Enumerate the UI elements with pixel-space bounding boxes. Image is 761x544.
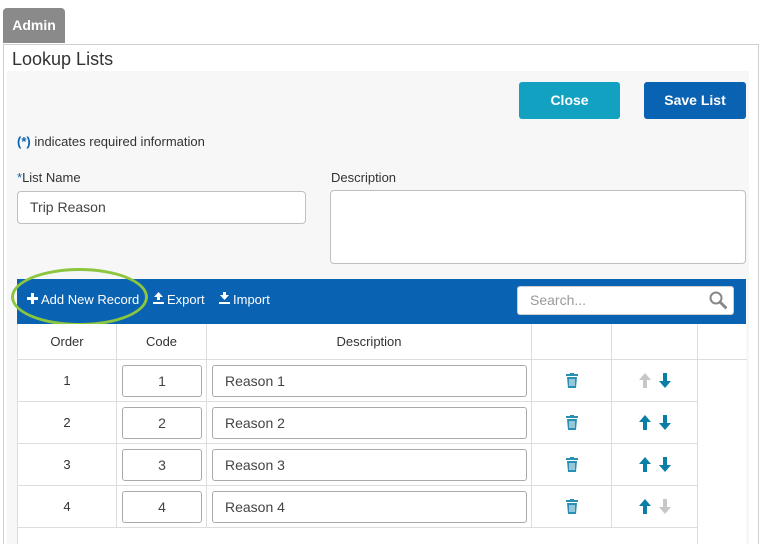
order-cell: 1 xyxy=(18,360,117,402)
code-input[interactable]: 1 xyxy=(122,365,202,397)
required-marker: (*) xyxy=(17,134,31,149)
description-input[interactable]: Reason 3 xyxy=(212,449,527,481)
table-row: 1 1 Reason 1 xyxy=(18,360,698,402)
code-cell: 4 xyxy=(117,486,207,528)
export-label: Export xyxy=(167,292,205,307)
column-header-order[interactable]: Order xyxy=(18,324,117,360)
trash-icon[interactable] xyxy=(566,373,578,388)
add-record-highlight xyxy=(11,268,148,326)
description-label: Description xyxy=(331,170,397,185)
list-name-input[interactable]: Trip Reason xyxy=(17,191,306,224)
column-header-description[interactable]: Description xyxy=(207,324,532,360)
search-input[interactable]: Search... xyxy=(517,286,734,315)
description-input[interactable]: Reason 2 xyxy=(212,407,527,439)
delete-cell xyxy=(532,402,612,444)
arrow-down-icon[interactable] xyxy=(659,457,671,472)
trash-icon[interactable] xyxy=(566,457,578,472)
export-button[interactable]: Export xyxy=(153,292,205,307)
move-cell xyxy=(612,444,698,486)
arrow-up-icon[interactable] xyxy=(639,457,651,472)
code-input[interactable]: 4 xyxy=(122,491,202,523)
admin-tab[interactable]: Admin xyxy=(3,8,65,43)
delete-cell xyxy=(532,360,612,402)
import-label: Import xyxy=(233,292,270,307)
description-input[interactable]: Reason 1 xyxy=(212,365,527,397)
arrow-up-icon[interactable] xyxy=(639,499,651,514)
arrow-down-icon[interactable] xyxy=(659,373,671,388)
save-list-button[interactable]: Save List xyxy=(644,82,746,119)
search-placeholder: Search... xyxy=(530,292,587,308)
trash-icon[interactable] xyxy=(566,415,578,430)
arrow-down-icon[interactable] xyxy=(659,415,671,430)
page-title: Lookup Lists xyxy=(12,49,114,69)
column-header-move xyxy=(612,324,698,360)
order-cell: 2 xyxy=(18,402,117,444)
upload-icon xyxy=(153,292,164,307)
column-header-code[interactable]: Code xyxy=(117,324,207,360)
import-button[interactable]: Import xyxy=(219,292,270,307)
description-input[interactable]: Reason 4 xyxy=(212,491,527,523)
code-cell: 1 xyxy=(117,360,207,402)
description-cell: Reason 4 xyxy=(207,486,532,528)
delete-cell xyxy=(532,444,612,486)
download-icon xyxy=(219,292,230,307)
column-header-delete xyxy=(532,324,612,360)
delete-cell xyxy=(532,486,612,528)
arrow-up-icon[interactable] xyxy=(639,415,651,430)
order-cell: 4 xyxy=(18,486,117,528)
code-input[interactable]: 2 xyxy=(122,407,202,439)
description-textarea[interactable] xyxy=(330,190,746,264)
trash-icon[interactable] xyxy=(566,499,578,514)
arrow-down-icon xyxy=(659,499,671,514)
order-cell: 3 xyxy=(18,444,117,486)
column-header-spacer xyxy=(698,324,747,360)
table-row: 3 3 Reason 3 xyxy=(18,444,698,486)
required-info-note: (*) indicates required information xyxy=(17,134,205,149)
list-name-label-text: List Name xyxy=(22,170,81,185)
description-cell: Reason 3 xyxy=(207,444,532,486)
code-cell: 3 xyxy=(117,444,207,486)
move-cell xyxy=(612,486,698,528)
list-name-label: *List Name xyxy=(17,170,81,185)
description-cell: Reason 2 xyxy=(207,402,532,444)
description-cell: Reason 1 xyxy=(207,360,532,402)
search-icon[interactable] xyxy=(709,291,727,309)
close-button[interactable]: Close xyxy=(519,82,620,119)
required-note-text: indicates required information xyxy=(30,134,205,149)
arrow-up-icon xyxy=(639,373,651,388)
code-input[interactable]: 3 xyxy=(122,449,202,481)
table-filler xyxy=(18,528,698,544)
move-cell xyxy=(612,402,698,444)
move-cell xyxy=(612,360,698,402)
records-table: Order Code Description 1 1 Reason 1 2 2 Reaso… xyxy=(17,324,747,544)
table-row: 4 4 Reason 4 xyxy=(18,486,698,528)
table-row: 2 2 Reason 2 xyxy=(18,402,698,444)
code-cell: 2 xyxy=(117,402,207,444)
